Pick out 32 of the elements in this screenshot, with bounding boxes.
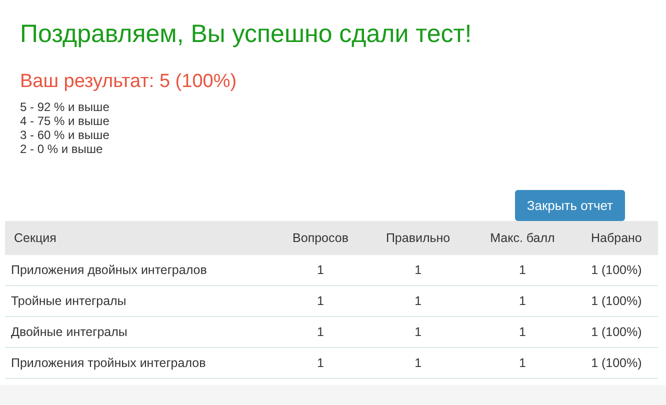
table-cell: 1 — [518, 356, 526, 370]
table-cell: 1 — [317, 263, 324, 277]
grade-threshold: 4 - 75 % и выше — [20, 114, 110, 128]
table-cell: 1 (100%) — [591, 263, 642, 277]
table-cell: 1 — [317, 294, 324, 308]
column-header: Правильно — [386, 231, 450, 245]
result-heading: Ваш результат: 5 (100%) — [19, 70, 238, 94]
table-cell: 1 (100%) — [591, 294, 642, 308]
close-report-button[interactable]: Закрыть отчет — [514, 190, 625, 221]
table-cell: 1 — [414, 325, 422, 339]
column-header: Макс. балл — [490, 231, 555, 245]
table-cell: 1 (100%) — [591, 356, 642, 370]
table-cell: 1 — [518, 263, 526, 277]
table-cell: 1 — [414, 294, 422, 308]
table-cell: 1 — [518, 294, 526, 308]
column-header: Секция — [14, 231, 56, 245]
table-cell: Тройные интегралы — [11, 294, 126, 308]
table-cell: 1 — [317, 325, 324, 339]
table-cell: 1 — [414, 263, 422, 277]
success-heading: Поздравляем, Вы успешно сдали тест! — [19, 19, 473, 50]
table-cell: 1 — [414, 356, 422, 370]
table-cell: 1 — [317, 356, 324, 370]
table-cell: 1 (100%) — [591, 325, 642, 339]
table-cell: Приложения двойных интегралов — [11, 263, 207, 277]
table-cell: 1 — [518, 325, 526, 339]
grade-threshold: 5 - 92 % и выше — [20, 100, 110, 114]
grade-threshold: 2 - 0 % и выше — [20, 142, 104, 156]
table-cell: Двойные интегралы — [11, 325, 128, 339]
table-cell: Приложения тройных интегралов — [11, 356, 206, 370]
column-header: Вопросов — [292, 231, 348, 245]
column-header: Набрано — [590, 231, 642, 245]
grade-threshold: 3 - 60 % и выше — [20, 128, 110, 142]
